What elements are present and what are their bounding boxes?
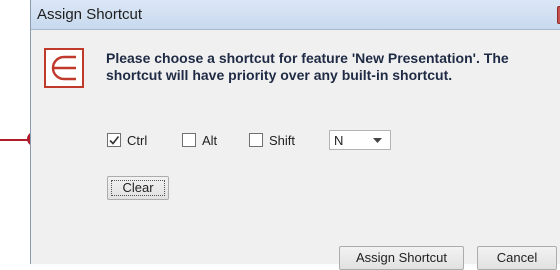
dialog-body: Please choose a shortcut for feature 'Ne…	[31, 30, 560, 270]
assign-shortcut-button[interactable]: Assign Shortcut	[339, 246, 464, 270]
key-select-value: N	[334, 133, 344, 148]
key-select[interactable]: N	[329, 130, 391, 150]
alt-checkbox[interactable]	[182, 133, 196, 147]
title-bar: Assign Shortcut	[31, 0, 560, 30]
ctrl-label: Ctrl	[127, 133, 148, 148]
presentation-e-icon	[44, 48, 84, 88]
alt-label: Alt	[202, 133, 218, 148]
chevron-down-icon	[373, 138, 382, 143]
cancel-button[interactable]: Cancel	[477, 246, 557, 270]
clear-button-label: Clear	[122, 180, 154, 195]
window-title: Assign Shortcut	[37, 6, 143, 23]
cancel-button-label: Cancel	[496, 250, 538, 265]
assign-button-label: Assign Shortcut	[355, 250, 448, 265]
shift-checkbox[interactable]	[249, 133, 263, 147]
check-icon	[109, 136, 120, 145]
clear-button[interactable]: Clear	[107, 176, 169, 200]
assign-shortcut-dialog: Assign Shortcut Please choose a shortcut…	[30, 0, 560, 270]
shift-label: Shift	[269, 133, 296, 148]
ctrl-checkbox[interactable]	[107, 133, 121, 147]
instruction-text: Please choose a shortcut for feature 'Ne…	[106, 50, 509, 83]
